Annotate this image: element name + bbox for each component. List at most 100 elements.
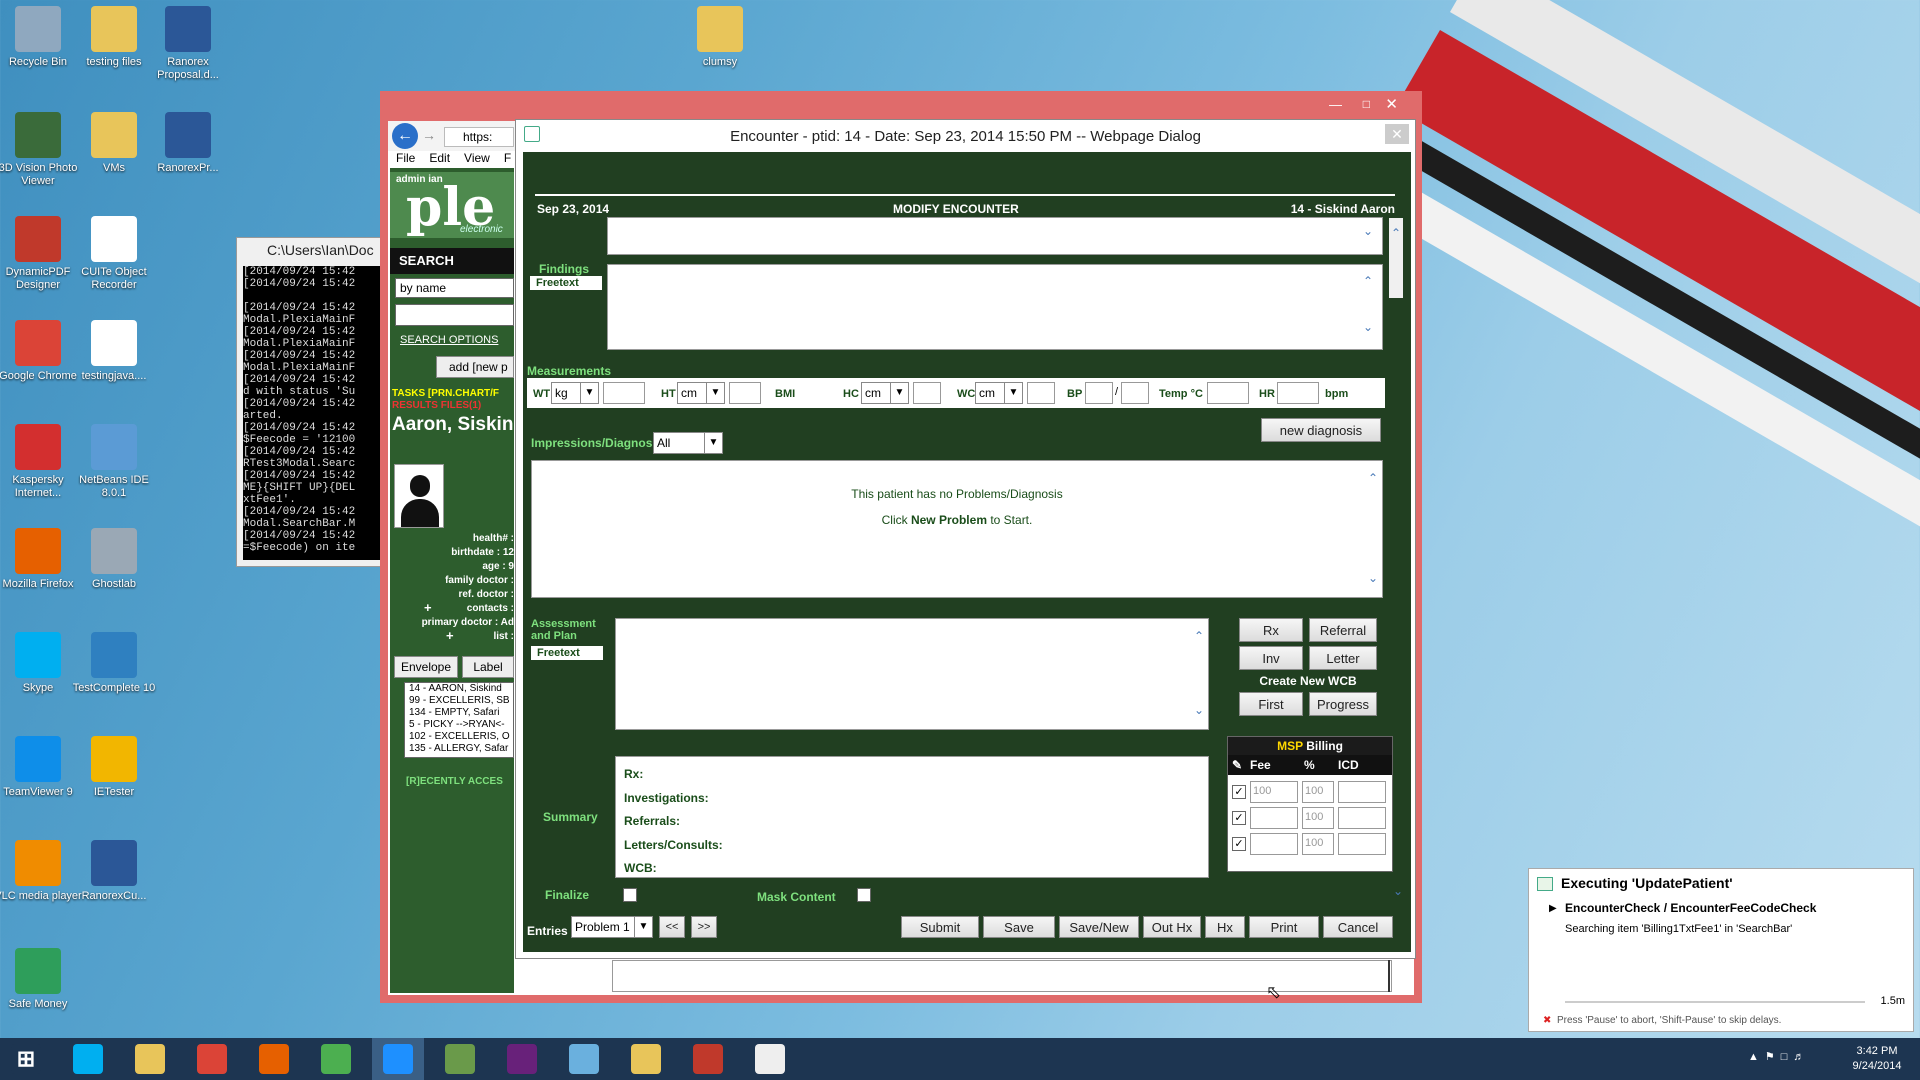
- problem-select[interactable]: Problem 1 ▼: [571, 916, 653, 938]
- scroll-up-icon[interactable]: ⌃: [1361, 274, 1375, 288]
- taskbar-button[interactable]: [434, 1038, 486, 1080]
- hx-button[interactable]: Hx: [1205, 916, 1245, 938]
- maximize-icon[interactable]: □: [1363, 97, 1370, 111]
- scroll-up-icon[interactable]: ⌃: [1389, 226, 1403, 240]
- menu-item[interactable]: F: [504, 151, 511, 167]
- ht-unit-select[interactable]: cm ▼: [677, 382, 725, 404]
- assessment-plan-field[interactable]: ⌃ ⌄: [615, 618, 1209, 730]
- system-tray[interactable]: ▲⚑□♬: [1748, 1050, 1810, 1063]
- menu-item[interactable]: File: [396, 151, 415, 167]
- save-button[interactable]: Save: [983, 916, 1055, 938]
- hr-input[interactable]: [1277, 382, 1319, 404]
- finalize-checkbox[interactable]: [623, 888, 637, 902]
- tasks-link[interactable]: TASKS [PRN.CHART/F: [392, 388, 499, 399]
- desktop-icon[interactable]: Ranorex Proposal.d...: [142, 6, 234, 82]
- search-options-link[interactable]: SEARCH OPTIONS: [400, 334, 498, 346]
- save-new-button[interactable]: Save/New: [1059, 916, 1139, 938]
- wcb-first-button[interactable]: First: [1239, 692, 1303, 716]
- assessment-freetext-tag[interactable]: Freetext: [531, 646, 603, 660]
- diagnosis-list[interactable]: This patient has no Problems/Diagnosis C…: [531, 460, 1383, 598]
- hc-unit-select[interactable]: cm ▼: [861, 382, 909, 404]
- billing-percent-input[interactable]: 100: [1302, 833, 1334, 855]
- desktop-icon[interactable]: NetBeans IDE 8.0.1: [68, 424, 160, 500]
- findings-field[interactable]: [607, 264, 1383, 350]
- taskbar-button[interactable]: [682, 1038, 734, 1080]
- add-contact-icon[interactable]: +: [424, 600, 432, 615]
- taskbar-button[interactable]: [124, 1038, 176, 1080]
- search-input[interactable]: [395, 304, 514, 326]
- bp-systolic-input[interactable]: [1085, 382, 1113, 404]
- taskbar-button[interactable]: [558, 1038, 610, 1080]
- add-new-patient-button[interactable]: add [new p: [436, 356, 514, 378]
- hc-input[interactable]: [913, 382, 941, 404]
- taskbar-button[interactable]: [186, 1038, 238, 1080]
- billing-icd-input[interactable]: [1338, 833, 1386, 855]
- billing-row-checkbox[interactable]: ✓: [1232, 837, 1246, 851]
- forward-icon[interactable]: →: [422, 127, 436, 143]
- billing-percent-input[interactable]: 100: [1302, 781, 1334, 803]
- recent-patients-list[interactable]: 14 - AARON, Siskind 99 - EXCELLERIS, SB 13…: [404, 682, 514, 758]
- bp-diastolic-input[interactable]: [1121, 382, 1149, 404]
- rx-button[interactable]: Rx: [1239, 618, 1303, 642]
- scroll-down-icon[interactable]: ⌄: [1366, 571, 1380, 585]
- new-problem-link[interactable]: New Problem: [911, 513, 987, 527]
- cancel-button[interactable]: Cancel: [1323, 916, 1393, 938]
- scroll-up-icon[interactable]: ⌃: [1366, 471, 1380, 485]
- desktop-icon[interactable]: CUITe Object Recorder: [68, 216, 160, 292]
- next-entry-button[interactable]: >>: [691, 916, 717, 938]
- print-button[interactable]: Print: [1249, 916, 1319, 938]
- inv-button[interactable]: Inv: [1239, 646, 1303, 670]
- list-item[interactable]: 99 - EXCELLERIS, SB: [409, 695, 513, 707]
- findings-freetext-tag[interactable]: Freetext: [530, 276, 602, 290]
- chief-complaint-field[interactable]: [607, 217, 1383, 255]
- taskbar-button[interactable]: [744, 1038, 796, 1080]
- desktop-icon[interactable]: RanorexCu...: [68, 840, 160, 903]
- menu-item[interactable]: View: [464, 151, 490, 167]
- billing-icd-input[interactable]: [1338, 781, 1386, 803]
- minimize-icon[interactable]: —: [1329, 97, 1342, 112]
- previous-entry-button[interactable]: <<: [659, 916, 685, 938]
- ranorex-progress-notification[interactable]: Executing 'UpdatePatient' ▶ EncounterChe…: [1528, 868, 1914, 1032]
- clock[interactable]: 3:42 PM 9/24/2014: [1840, 1044, 1914, 1074]
- scroll-down-icon[interactable]: ⌄: [1361, 320, 1375, 334]
- add-list-icon[interactable]: +: [446, 628, 454, 643]
- desktop-icon[interactable]: IETester: [68, 736, 160, 799]
- taskbar-button[interactable]: [310, 1038, 362, 1080]
- wt-unit-select[interactable]: kg ▼: [551, 382, 599, 404]
- list-item[interactable]: 135 - ALLERGY, Safar: [409, 743, 513, 755]
- close-icon[interactable]: ✕: [1385, 95, 1398, 113]
- desktop-icon[interactable]: Safe Money: [0, 948, 84, 1011]
- list-item[interactable]: 102 - EXCELLERIS, O: [409, 731, 513, 743]
- taskbar-button[interactable]: ⊞: [0, 1038, 52, 1080]
- taskbar-button[interactable]: [372, 1038, 424, 1080]
- taskbar-button[interactable]: [62, 1038, 114, 1080]
- encounter-dialog[interactable]: Encounter - ptid: 14 - Date: Sep 23, 201…: [515, 119, 1416, 959]
- recently-accessed-link[interactable]: [R]ECENTLY ACCES: [406, 776, 503, 787]
- address-bar[interactable]: https:: [444, 127, 514, 147]
- impressions-filter-select[interactable]: All ▼: [653, 432, 723, 454]
- menu-item[interactable]: Edit: [429, 151, 450, 167]
- desktop-icon[interactable]: TestComplete 10: [68, 632, 160, 695]
- back-icon[interactable]: ←: [392, 123, 418, 149]
- billing-fee-input[interactable]: 100: [1250, 781, 1298, 803]
- list-item[interactable]: 5 - PICKY -->RYAN<-: [409, 719, 513, 731]
- envelope-button[interactable]: Envelope: [394, 656, 458, 678]
- wcb-progress-button[interactable]: Progress: [1309, 692, 1377, 716]
- referral-button[interactable]: Referral: [1309, 618, 1377, 642]
- scroll-up-icon[interactable]: ⌃: [1192, 629, 1206, 643]
- desktop-icon[interactable]: testingjava....: [68, 320, 160, 383]
- scroll-down-icon[interactable]: ⌄: [1391, 884, 1405, 898]
- billing-row-checkbox[interactable]: ✓: [1232, 785, 1246, 799]
- scroll-down-icon[interactable]: ⌄: [1361, 224, 1375, 238]
- billing-row-checkbox[interactable]: ✓: [1232, 811, 1246, 825]
- desktop-icon[interactable]: RanorexPr...: [142, 112, 234, 175]
- wc-unit-select[interactable]: cm ▼: [975, 382, 1023, 404]
- desktop-icon[interactable]: Ghostlab: [68, 528, 160, 591]
- submit-button[interactable]: Submit: [901, 916, 979, 938]
- out-hx-button[interactable]: Out Hx: [1143, 916, 1201, 938]
- dialog-close-icon[interactable]: ✕: [1385, 124, 1409, 144]
- billing-icd-input[interactable]: [1338, 807, 1386, 829]
- scroll-down-icon[interactable]: ⌄: [1192, 703, 1206, 717]
- console-window[interactable]: C:\Users\Ian\Doc [2014/09/24 15:42 [2014…: [236, 237, 396, 567]
- taskbar-button[interactable]: [248, 1038, 300, 1080]
